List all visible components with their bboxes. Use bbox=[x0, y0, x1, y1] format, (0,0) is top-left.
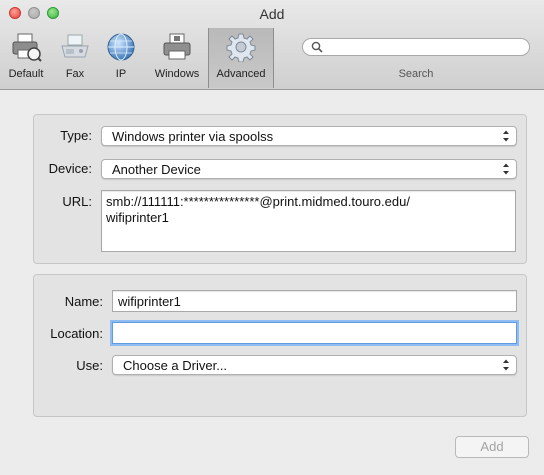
window-title: Add bbox=[259, 6, 285, 22]
search-icon bbox=[311, 41, 323, 53]
windows-printer-icon bbox=[163, 33, 191, 60]
search-label: Search bbox=[398, 68, 434, 80]
toolbar-windows-button[interactable]: Windows bbox=[146, 30, 208, 84]
default-printer-icon bbox=[12, 33, 42, 62]
device-popup[interactable]: Another Device bbox=[101, 159, 517, 179]
toolbar-ip-label: IP bbox=[115, 68, 127, 80]
globe-icon bbox=[107, 33, 135, 61]
name-label: Name: bbox=[64, 294, 103, 309]
toolbar-default-button[interactable]: Default bbox=[0, 30, 52, 84]
location-label: Location: bbox=[50, 326, 103, 341]
driver-popup[interactable]: Choose a Driver... bbox=[112, 355, 517, 375]
popup-arrows-icon bbox=[503, 163, 509, 175]
toolbar-advanced-label: Advanced bbox=[216, 68, 266, 80]
toolbar-windows-label: Windows bbox=[154, 68, 200, 80]
url-label: URL: bbox=[62, 194, 92, 209]
type-label: Type: bbox=[60, 128, 92, 143]
url-textarea[interactable]: smb://111111:***************@print.midme… bbox=[101, 190, 516, 252]
toolbar: Add Default Fax IP Windows Advanced Sear… bbox=[0, 0, 544, 90]
search-field[interactable] bbox=[302, 38, 530, 56]
driver-value: Choose a Driver... bbox=[123, 358, 228, 373]
toolbar-fax-button[interactable]: Fax bbox=[52, 30, 98, 84]
popup-arrows-icon bbox=[503, 130, 509, 142]
gear-icon bbox=[226, 33, 256, 62]
url-value: smb://111111:***************@print.midme… bbox=[106, 194, 410, 225]
name-field[interactable]: wifiprinter1 bbox=[112, 290, 517, 312]
popup-arrows-icon bbox=[503, 359, 509, 371]
use-label: Use: bbox=[76, 358, 103, 373]
toolbar-default-label: Default bbox=[8, 68, 44, 80]
add-printer-window: Add Default Fax IP Windows Advanced Sear… bbox=[0, 0, 544, 475]
toolbar-fax-label: Fax bbox=[65, 68, 85, 80]
location-field[interactable] bbox=[112, 322, 517, 344]
add-button[interactable]: Add bbox=[455, 436, 529, 458]
fax-icon bbox=[61, 34, 89, 58]
name-value: wifiprinter1 bbox=[118, 294, 181, 309]
toolbar-advanced-button[interactable]: Advanced bbox=[208, 28, 274, 88]
device-value: Another Device bbox=[112, 162, 201, 177]
type-value: Windows printer via spoolss bbox=[112, 129, 274, 144]
type-popup[interactable]: Windows printer via spoolss bbox=[101, 126, 517, 146]
toolbar-ip-button[interactable]: IP bbox=[100, 30, 142, 84]
device-label: Device: bbox=[48, 161, 92, 176]
